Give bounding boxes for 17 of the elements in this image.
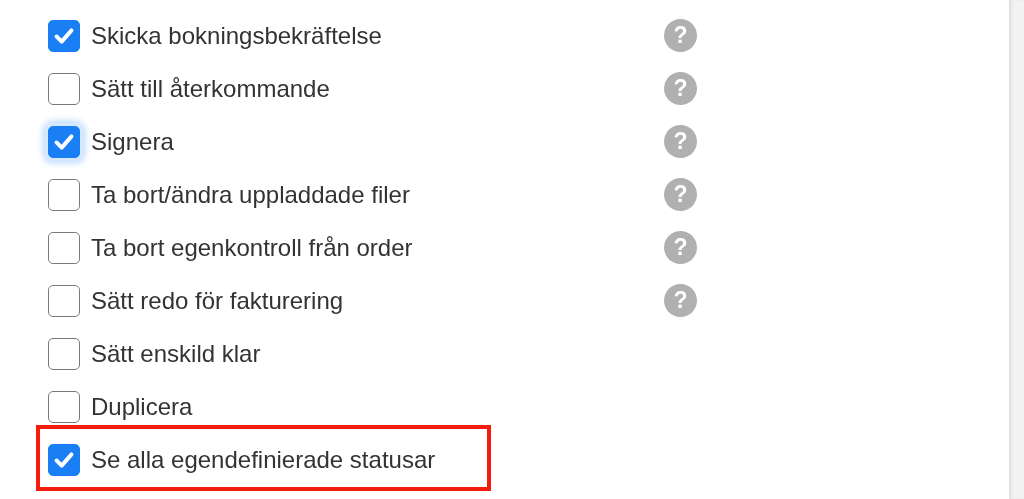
checkbox-label[interactable]: Sätt till återkommande bbox=[91, 74, 330, 103]
checkbox[interactable] bbox=[48, 19, 80, 52]
checkbox-label[interactable]: Signera bbox=[91, 127, 174, 156]
checkbox-label[interactable]: Duplicera bbox=[91, 392, 193, 421]
checkbox[interactable] bbox=[48, 231, 80, 264]
checkbox[interactable] bbox=[48, 178, 80, 211]
checkbox-label[interactable]: Sätt enskild klar bbox=[91, 339, 261, 368]
checkbox-label[interactable]: Sätt redo för fakturering bbox=[91, 286, 344, 315]
checkbox-label[interactable]: Se alla egendefinierade statusar bbox=[91, 445, 436, 474]
checkbox[interactable] bbox=[48, 337, 80, 370]
checkbox[interactable] bbox=[48, 443, 80, 476]
checkbox-label[interactable]: Skicka bokningsbekräftelse bbox=[91, 21, 382, 50]
checkbox[interactable] bbox=[48, 390, 80, 423]
checkbox-label[interactable]: Ta bort egenkontroll från order bbox=[91, 233, 413, 262]
checkbox-label[interactable]: Ta bort/ändra uppladdade filer bbox=[91, 180, 410, 209]
checkbox[interactable] bbox=[48, 72, 80, 105]
checkbox[interactable] bbox=[48, 284, 80, 317]
